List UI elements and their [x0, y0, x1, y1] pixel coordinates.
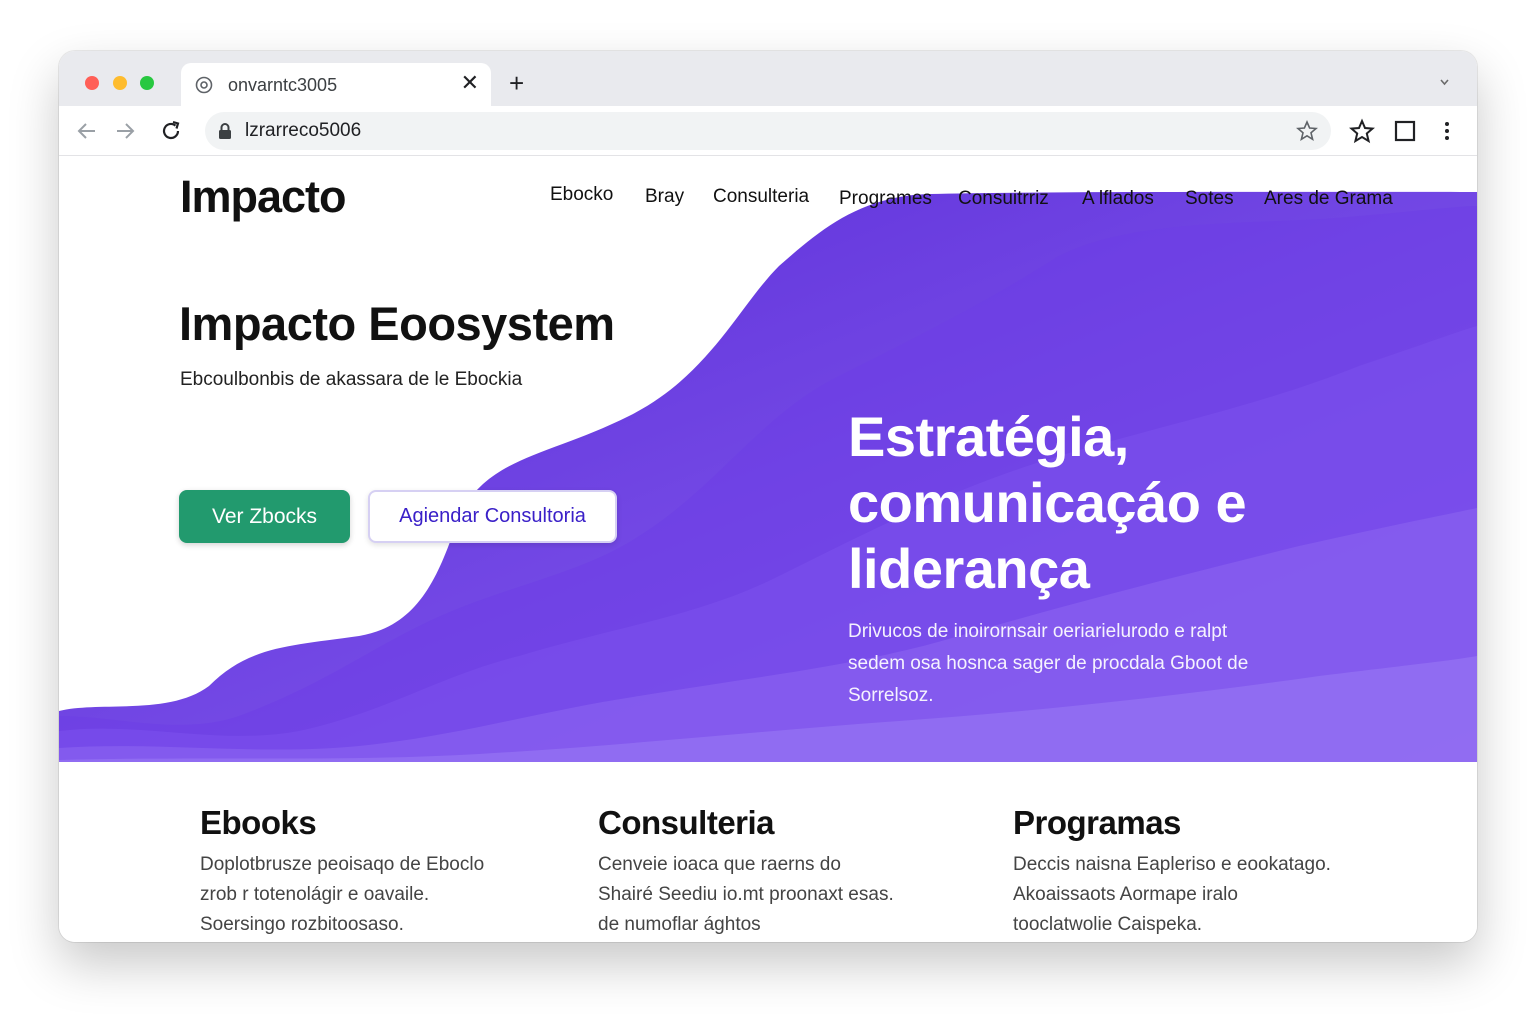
new-tab-icon[interactable]: +: [509, 70, 524, 96]
hero-description-line: sedem osa hosnca sager de procdala Gboot…: [848, 653, 1249, 674]
browser-window: onvarntc3005 ✕ + lzrarreco5006 Impacto E…: [59, 51, 1477, 942]
nav-link-consuitrriz[interactable]: Consuitrriz: [958, 188, 1049, 210]
lock-icon: [219, 123, 231, 139]
nav-link-ebocko[interactable]: Ebocko: [550, 184, 613, 206]
feature-text-line: Cenveie ioaca que raerns do: [598, 854, 841, 875]
feature-text: Doplotbrusze peoisaqo de Eboclo zrob r t…: [200, 850, 580, 940]
active-tab[interactable]: onvarntc3005 ✕: [181, 63, 491, 106]
feature-text-line: de numoflar ághtos: [598, 914, 761, 935]
feature-text-line: tooclatwolie Caispeka.: [1013, 914, 1203, 935]
feature-title[interactable]: Programas: [1013, 804, 1393, 842]
feature-card-consulteria: Consulteria Cenveie ioaca que raerns do …: [598, 804, 978, 940]
feature-card-programas: Programas Deccis naisna Eapleriso e eook…: [1013, 804, 1393, 940]
nav-link-sotes[interactable]: Sotes: [1185, 188, 1234, 210]
address-bar[interactable]: lzrarreco5006: [205, 112, 1331, 150]
feature-text-line: Akoaissaots Aormape iralo: [1013, 884, 1238, 905]
side-panel-icon[interactable]: [1391, 117, 1419, 145]
feature-title[interactable]: Ebooks: [200, 804, 580, 842]
feature-title[interactable]: Consulteria: [598, 804, 978, 842]
close-window-button[interactable]: [85, 76, 99, 90]
feature-text-line: Shairé Seediu io.mt proonaxt esas.: [598, 884, 894, 905]
feature-text-line: Doplotbrusze peoisaqo de Eboclo: [200, 854, 485, 875]
web-page: Impacto Ebocko Bray Consulteria Programe…: [59, 156, 1477, 942]
hero-title: Impacto Eoosystem: [179, 297, 615, 350]
feature-text-line: Soersingo rozbitoosaso.: [200, 914, 404, 935]
hero-heading-line: comunicaçáo e: [848, 471, 1247, 534]
bookmark-star-icon[interactable]: [1295, 119, 1319, 143]
maximize-window-button[interactable]: [140, 76, 154, 90]
hero-description-line: Sorrelsoz.: [848, 685, 934, 706]
star-icon[interactable]: [1348, 117, 1376, 145]
close-tab-icon[interactable]: ✕: [461, 72, 479, 94]
forward-arrow-icon[interactable]: [111, 117, 139, 145]
feature-text-line: zrob r totenolágir e oavaile.: [200, 884, 430, 905]
hero-heading: Estratégia, comunicaçáo e liderança: [848, 404, 1368, 602]
feature-card-ebooks: Ebooks Doplotbrusze peoisaqo de Eboclo z…: [200, 804, 580, 940]
hero-subtitle: Ebcoulbonbis de akassara de le Ebockia: [180, 369, 523, 390]
tab-search-icon[interactable]: [1440, 77, 1449, 86]
feature-text-line: Deccis naisna Eapleriso e eookatago.: [1013, 854, 1331, 875]
nav-link-consulteria[interactable]: Consulteria: [713, 186, 809, 208]
feature-text: Deccis naisna Eapleriso e eookatago. Ako…: [1013, 850, 1393, 940]
hero-description: Drivucos de inoirornsair oeriarielurodo …: [848, 616, 1318, 712]
minimize-window-button[interactable]: [113, 76, 127, 90]
nav-link-programes[interactable]: Programes: [839, 188, 932, 210]
tab-title: onvarntc3005: [228, 75, 338, 95]
reload-icon[interactable]: [157, 117, 185, 145]
back-arrow-icon[interactable]: [73, 117, 101, 145]
hero-description-line: Drivucos de inoirornsair oeriarielurodo …: [848, 621, 1228, 642]
nav-link-alflados[interactable]: A lflados: [1082, 188, 1154, 210]
more-menu-icon[interactable]: [1433, 117, 1461, 145]
schedule-consulting-button[interactable]: Agiendar Consultoria: [368, 490, 617, 543]
globe-icon: [195, 76, 213, 94]
hero-heading-line: liderança: [848, 537, 1090, 600]
nav-link-bray[interactable]: Bray: [645, 186, 684, 208]
nav-link-ares-de-grama[interactable]: Ares de Grama: [1264, 188, 1393, 210]
hero-heading-line: Estratégia,: [848, 405, 1129, 468]
site-logo[interactable]: Impacto: [180, 171, 347, 223]
tab-bar: onvarntc3005 ✕ +: [59, 51, 1477, 106]
browser-toolbar: lzrarreco5006: [59, 106, 1477, 156]
view-ebooks-button[interactable]: Ver Zbocks: [179, 490, 350, 543]
feature-text: Cenveie ioaca que raerns do Shairé Seedi…: [598, 850, 978, 940]
url-text[interactable]: lzrarreco5006: [245, 120, 361, 142]
